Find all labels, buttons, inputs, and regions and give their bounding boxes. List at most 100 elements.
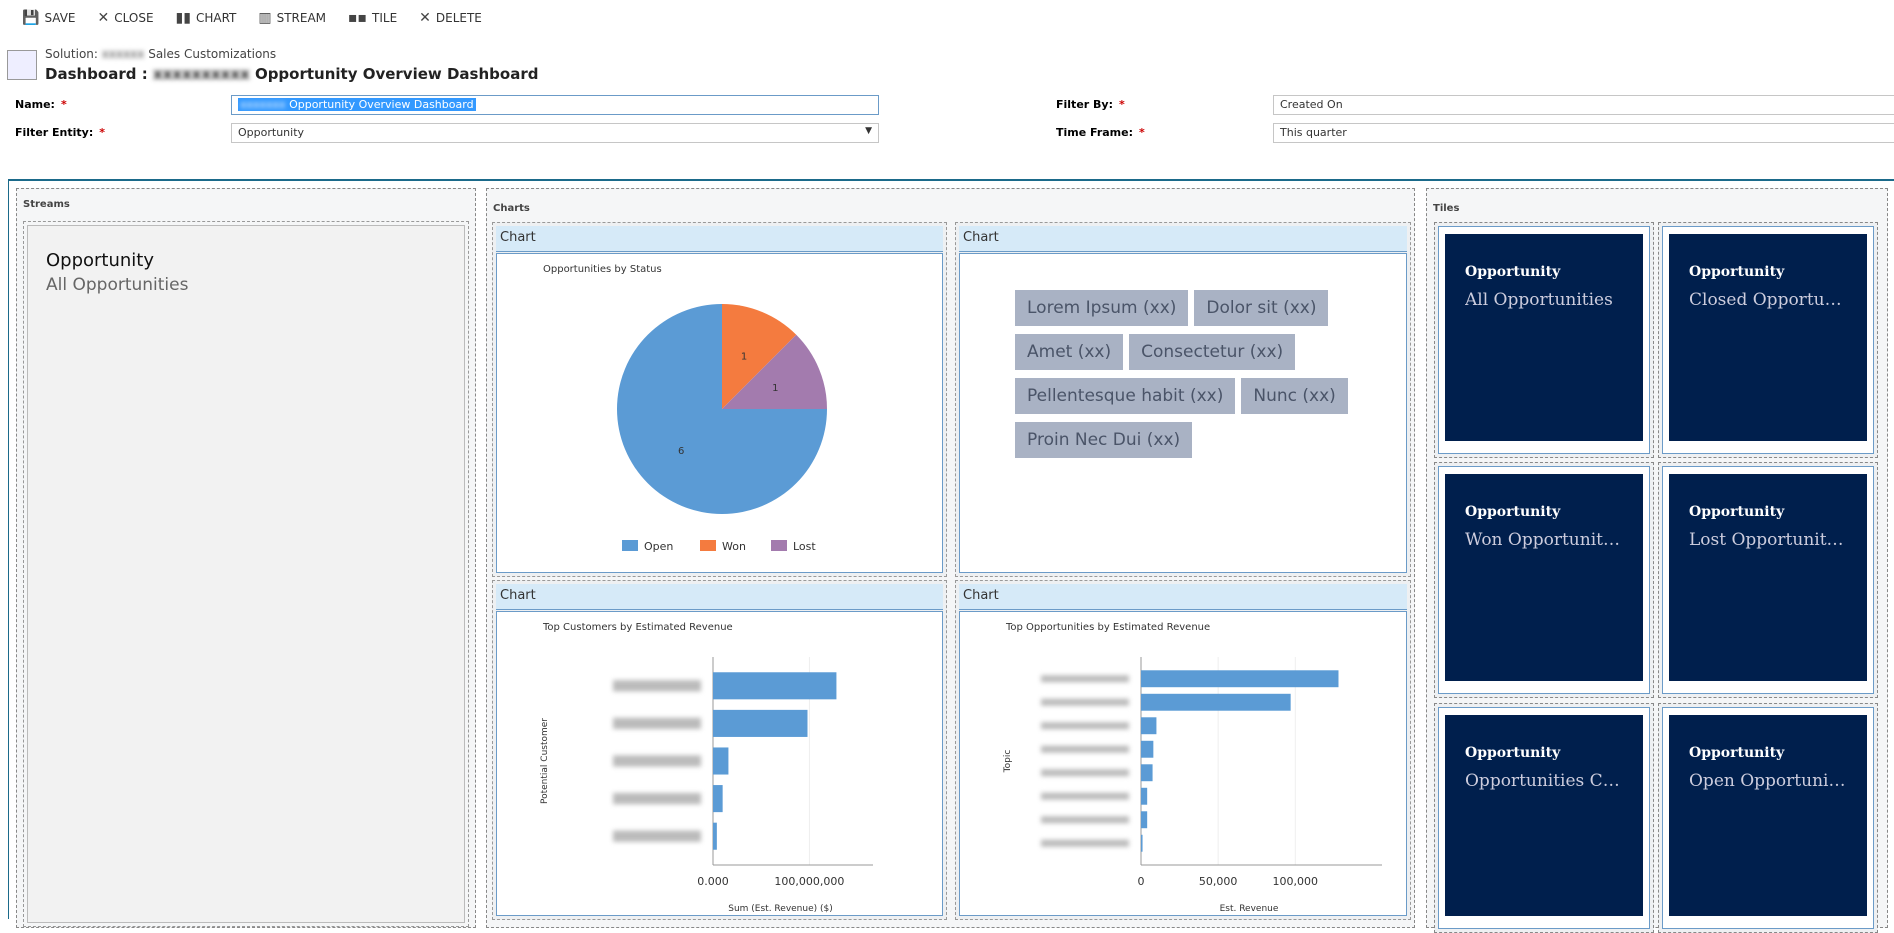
chart-title: Top Customers by Estimated Revenue	[543, 622, 733, 633]
tile-icon: ▪▪	[348, 10, 368, 26]
tile-view: Opportunities Closing Next Month	[1465, 771, 1623, 791]
filter-by-field[interactable]: Created On	[1273, 95, 1894, 115]
tag-item[interactable]: Lorem Ipsum (xx)	[1015, 290, 1189, 326]
tag-item[interactable]: Amet (xx)	[1015, 334, 1124, 370]
streams-panel: Streams Opportunity All Opportunities	[16, 188, 476, 928]
tile[interactable]: Opportunity Won Opportunities	[1434, 462, 1654, 698]
category-label-redacted	[613, 717, 701, 730]
stream-button[interactable]: ▥ STREAM	[258, 10, 326, 26]
tag-item[interactable]: Dolor sit (xx)	[1194, 290, 1329, 326]
legend-label: Lost	[793, 540, 816, 553]
category-label-redacted	[613, 755, 701, 767]
tile[interactable]: Opportunity Open Opportunities	[1658, 703, 1878, 933]
bar	[1141, 834, 1143, 852]
category-label-redacted	[613, 680, 701, 692]
tile-entity: Opportunity	[1465, 745, 1561, 761]
y-axis-title: Potential Customer	[540, 718, 550, 804]
tag-item[interactable]: Proin Nec Dui (xx)	[1015, 422, 1193, 458]
x-axis-title: Sum (Est. Revenue) ($)	[728, 904, 833, 914]
chevron-down-icon: ▼	[865, 126, 872, 136]
filter-by-label: Filter By: *	[1056, 98, 1125, 111]
stream-entity: Opportunity	[46, 250, 155, 271]
bar	[713, 709, 808, 737]
pie-label: 6	[678, 446, 684, 457]
chart-cell-status[interactable]: Chart Opportunities by Status 1 1 6 Open Won…	[492, 222, 947, 577]
legend-label: Open	[644, 540, 673, 553]
time-frame-label: Time Frame: *	[1056, 126, 1145, 139]
time-frame-field[interactable]: This quarter	[1273, 123, 1894, 143]
tile[interactable]: Opportunity Closed Opportunities	[1658, 222, 1878, 458]
bar	[1141, 811, 1148, 829]
tag-item[interactable]: Nunc (xx)	[1241, 378, 1348, 414]
category-label-redacted	[1041, 816, 1129, 824]
x-axis-title: Est. Revenue	[1220, 904, 1279, 914]
pie-label: 1	[772, 383, 778, 394]
bar	[713, 822, 717, 850]
chart-title: Top Opportunities by Estimated Revenue	[1006, 622, 1211, 633]
streams-title: Streams	[23, 199, 70, 210]
tile[interactable]: Opportunity All Opportunities	[1434, 222, 1654, 458]
filter-entity-label: Filter Entity: *	[15, 126, 105, 139]
bar	[713, 785, 723, 813]
tag-item[interactable]: Consectetur (xx)	[1129, 334, 1296, 370]
category-label-redacted	[1041, 745, 1129, 753]
bar	[1141, 717, 1157, 735]
tile-entity: Opportunity	[1465, 504, 1561, 520]
delete-icon: ✕	[419, 10, 431, 26]
tick-label: 100,000	[1273, 875, 1319, 888]
pie-label: 1	[741, 352, 747, 363]
save-icon: 💾	[22, 10, 40, 26]
tile-view: Won Opportunities	[1465, 530, 1623, 550]
legend-swatch	[622, 540, 638, 551]
bar	[1141, 764, 1153, 782]
tile-entity: Opportunity	[1465, 264, 1561, 280]
close-button[interactable]: ✕ CLOSE	[98, 10, 154, 26]
bar-chart-opportunities: 0 50,000 100,000 Est. Revenue Topic	[1003, 657, 1382, 914]
name-field[interactable]: xxxxxxx Opportunity Overview Dashboard	[231, 95, 879, 115]
tile-view: Lost Opportunities	[1689, 530, 1847, 550]
chart-header: Chart	[496, 584, 943, 610]
chart-header: Chart	[496, 226, 943, 252]
category-label-redacted	[613, 830, 701, 842]
chart-button[interactable]: ▮▮ CHART	[176, 10, 237, 26]
category-label-redacted	[1041, 839, 1129, 847]
tag-cloud: Lorem Ipsum (xx) Dolor sit (xx) Amet (xx) C…	[959, 253, 1407, 573]
tick-label: 50,000	[1199, 875, 1238, 888]
tile[interactable]: Opportunity Opportunities Closing Next Mo…	[1434, 703, 1654, 933]
chart-cell-customers[interactable]: Chart Top Customers by Estimated Revenue…	[492, 580, 947, 920]
tile-button[interactable]: ▪▪ TILE	[348, 10, 397, 26]
dashboard-icon	[7, 50, 37, 80]
category-label-redacted	[1041, 698, 1129, 706]
page-title: Dashboard : xxxxxxxxxx Opportunity Overv…	[45, 65, 539, 83]
chart-cell-tags[interactable]: Chart Lorem Ipsum (xx) Dolor sit (xx) Amet…	[955, 222, 1411, 577]
filter-entity-select[interactable]: Opportunity ▼	[231, 123, 879, 143]
chart-cell-opportunities[interactable]: Chart Top Opportunities by Estimated Rev…	[955, 580, 1411, 920]
name-label: Name: *	[15, 98, 67, 111]
bar	[1141, 693, 1291, 711]
legend-swatch	[700, 540, 716, 551]
stream-item[interactable]: Opportunity All Opportunities	[23, 221, 469, 927]
legend-swatch	[771, 540, 787, 551]
tiles-title: Tiles	[1433, 203, 1460, 214]
toolbar: 💾 SAVE ✕ CLOSE ▮▮ CHART ▥ STREAM ▪▪ TILE ✕ DEL…	[22, 10, 482, 26]
tile-view: Closed Opportunities	[1689, 290, 1847, 310]
tile-view: Open Opportunities	[1689, 771, 1847, 791]
delete-button[interactable]: ✕ DELETE	[419, 10, 482, 26]
y-axis-title: Topic	[1003, 750, 1013, 774]
category-label-redacted	[1041, 722, 1129, 730]
tile[interactable]: Opportunity Lost Opportunities	[1658, 462, 1878, 698]
tag-item[interactable]: Pellentesque habit (xx)	[1015, 378, 1236, 414]
bar	[1141, 670, 1339, 688]
category-label-redacted	[1041, 792, 1129, 800]
save-button[interactable]: 💾 SAVE	[22, 10, 76, 26]
bar	[1141, 787, 1148, 805]
chart-header: Chart	[959, 584, 1407, 610]
chart-title: Opportunities by Status	[543, 264, 662, 275]
tick-label: 100,000,000	[774, 875, 844, 888]
stream-icon: ▥	[258, 10, 272, 26]
tile-entity: Opportunity	[1689, 745, 1785, 761]
bar	[713, 672, 837, 700]
category-label-redacted	[1041, 675, 1129, 683]
category-label-redacted	[1041, 769, 1129, 777]
pie-chart: 1 1 6 Open Won Lost	[617, 304, 827, 553]
